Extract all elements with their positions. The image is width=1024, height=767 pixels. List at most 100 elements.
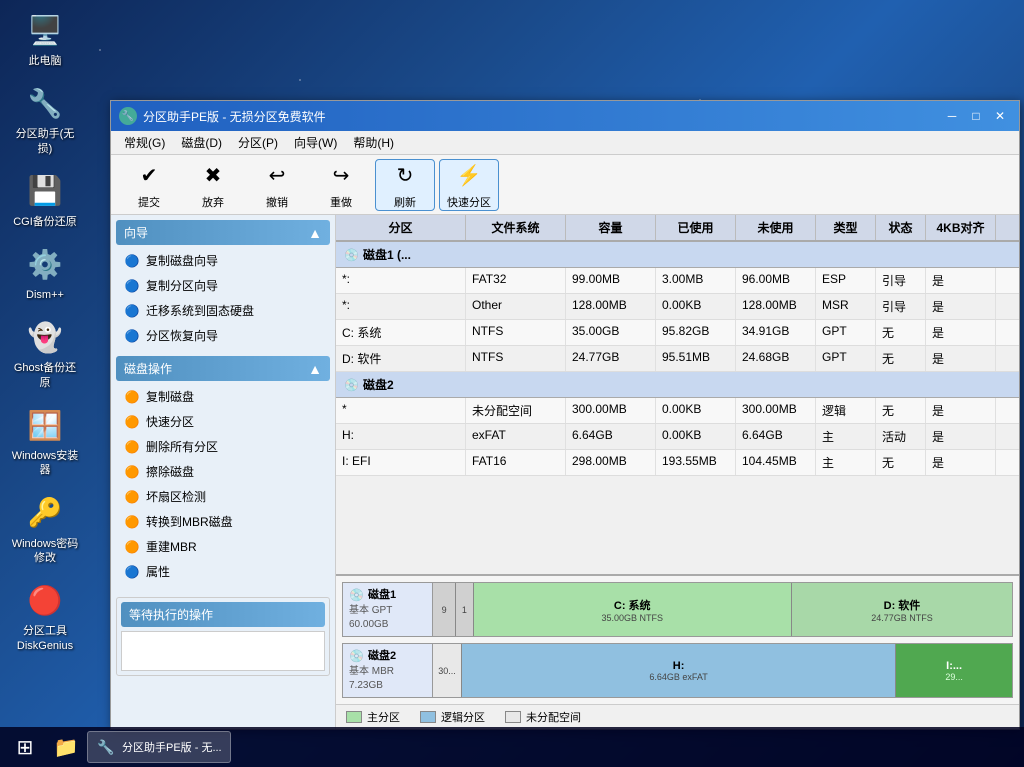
sidebar-item-recover[interactable]: 🔵 分区恢复向导 [116, 323, 330, 348]
windows-install-label: Windows安装器 [10, 449, 80, 478]
sidebar-item-wipe[interactable]: 🟠 擦除磁盘 [116, 459, 330, 484]
partition-assistant-label: 分区助手(无损) [10, 127, 80, 156]
sidebar-item-migrate[interactable]: 🔵 迁移系统到固态硬盘 [116, 298, 330, 323]
start-button[interactable]: ⊞ [5, 731, 45, 763]
diskgenius-label: 分区工具DiskGenius [10, 624, 80, 653]
wizard-title: 向导 [124, 224, 148, 241]
pending-section: 等待执行的操作 [116, 597, 330, 676]
disk1-system-part[interactable]: C: 系统 35.00GB NTFS [474, 583, 792, 636]
copy-disk-label: 复制磁盘向导 [146, 252, 218, 269]
header-align: 4KB对齐 [926, 215, 996, 240]
submit-icon: ✔ [133, 160, 165, 192]
sidebar-item-properties[interactable]: 🔵 属性 [116, 559, 330, 584]
row5-status: 无 [876, 398, 926, 423]
main-window: 🔧 分区助手PE版 - 无损分区免费软件 ─ □ ✕ 常规(G) 磁盘(D) 分… [110, 100, 1020, 730]
disk2-unalloc-part[interactable]: 30... [433, 644, 462, 697]
row1-partition: *: [336, 268, 466, 293]
taskbar-app[interactable]: 🔧 分区助手PE版 - 无... [87, 731, 231, 763]
pending-title: 等待执行的操作 [129, 608, 213, 622]
disk1-visual-name: 磁盘1 [368, 588, 396, 603]
submit-button[interactable]: ✔ 提交 [119, 159, 179, 211]
discard-label: 放弃 [202, 194, 224, 210]
menu-disk[interactable]: 磁盘(D) [173, 132, 230, 153]
table-row[interactable]: *: Other 128.00MB 0.00KB 128.00MB MSR 引导… [336, 294, 1019, 320]
rebuild-mbr-label: 重建MBR [146, 538, 197, 555]
menu-bar: 常规(G) 磁盘(D) 分区(P) 向导(W) 帮助(H) [111, 131, 1019, 155]
ghost-label: Ghost备份还原 [10, 361, 80, 390]
desktop-icon-cgi[interactable]: 💾 CGI备份还原 [10, 171, 80, 229]
refresh-label: 刷新 [394, 194, 416, 210]
table-row[interactable]: D: 软件 NTFS 24.77GB 95.51MB 24.68GB GPT 无… [336, 346, 1019, 372]
row3-status: 无 [876, 320, 926, 345]
sidebar-item-copy-partition[interactable]: 🔵 复制分区向导 [116, 273, 330, 298]
disk2-label: 磁盘2 [363, 376, 394, 393]
sidebar-item-delete-all[interactable]: 🟠 删除所有分区 [116, 434, 330, 459]
header-type: 类型 [816, 215, 876, 240]
wizard-collapse-arrow[interactable]: ▲ [308, 225, 322, 241]
desktop-icon-diskgenius[interactable]: 🔴 分区工具DiskGenius [10, 580, 80, 653]
disk1-software-part[interactable]: D: 软件 24.77GB NTFS [792, 583, 1012, 636]
disk2-info: 💿 磁盘2 基本 MBR 7.23GB [343, 644, 433, 697]
sidebar-item-quick-partition[interactable]: 🟠 快速分区 [116, 409, 330, 434]
row5-size: 300.00MB [566, 398, 656, 423]
disk2-visual-size: 7.23GB [349, 679, 426, 693]
header-size: 容量 [566, 215, 656, 240]
menu-general[interactable]: 常规(G) [116, 132, 173, 153]
row1-status: 引导 [876, 268, 926, 293]
row1-fs: FAT32 [466, 268, 566, 293]
redo-button[interactable]: ↪ 重做 [311, 159, 371, 211]
app-icon: 🔧 [119, 107, 137, 125]
desktop-icon-windows-password[interactable]: 🔑 Windows密码修改 [10, 493, 80, 566]
quick-partition-button[interactable]: ⚡ 快速分区 [439, 159, 499, 211]
row7-used: 193.55MB [656, 450, 736, 475]
disk1-esp-part[interactable]: 9 [433, 583, 456, 636]
taskbar-folder[interactable]: 📁 [50, 731, 82, 763]
discard-button[interactable]: ✖ 放弃 [183, 159, 243, 211]
menu-help[interactable]: 帮助(H) [345, 132, 402, 153]
row2-status: 引导 [876, 294, 926, 319]
row6-fs: exFAT [466, 424, 566, 449]
maximize-button[interactable]: □ [965, 105, 987, 127]
row7-fs: FAT16 [466, 450, 566, 475]
minimize-button[interactable]: ─ [941, 105, 963, 127]
desktop-icon-my-computer[interactable]: 🖥️ 此电脑 [10, 10, 80, 68]
close-button[interactable]: ✕ [989, 105, 1011, 127]
disk-ops-section: 磁盘操作 ▲ 🟠 复制磁盘 🟠 快速分区 🟠 删除所有分区 [116, 356, 330, 584]
disk2-h-part[interactable]: H: 6.64GB exFAT [462, 644, 896, 697]
table-row[interactable]: H: exFAT 6.64GB 0.00KB 6.64GB 主 活动 是 [336, 424, 1019, 450]
sidebar-item-copy-disk2[interactable]: 🟠 复制磁盘 [116, 384, 330, 409]
table-row[interactable]: I: EFI FAT16 298.00MB 193.55MB 104.45MB … [336, 450, 1019, 476]
redo-label: 重做 [330, 194, 352, 210]
disk-ops-collapse-arrow[interactable]: ▲ [308, 361, 322, 377]
disk2-i-part[interactable]: I:... 29... [896, 644, 1012, 697]
partition-assistant-icon: 🔧 [25, 83, 65, 123]
window-title: 分区助手PE版 - 无损分区免费软件 [143, 108, 935, 125]
table-row[interactable]: *: FAT32 99.00MB 3.00MB 96.00MB ESP 引导 是 [336, 268, 1019, 294]
row7-status: 无 [876, 450, 926, 475]
table-row[interactable]: C: 系统 NTFS 35.00GB 95.82GB 34.91GB GPT 无… [336, 320, 1019, 346]
disk2-visual-type: 基本 MBR [349, 665, 426, 679]
desktop-icon-dism[interactable]: ⚙️ Dism++ [10, 244, 80, 302]
sidebar-item-copy-disk[interactable]: 🔵 复制磁盘向导 [116, 248, 330, 273]
desktop-icon-ghost[interactable]: 👻 Ghost备份还原 [10, 317, 80, 390]
disk1-visual-size: 60.00GB [349, 618, 426, 632]
menu-partition[interactable]: 分区(P) [230, 132, 286, 153]
row4-used: 95.51MB [656, 346, 736, 371]
sidebar-item-bad-sector[interactable]: 🟠 坏扇区检测 [116, 484, 330, 509]
sidebar-item-convert-mbr[interactable]: 🟠 转换到MBR磁盘 [116, 509, 330, 534]
row1-size: 99.00MB [566, 268, 656, 293]
legend-unalloc-label: 未分配空间 [526, 709, 581, 725]
legend-primary-color [346, 711, 362, 723]
table-row[interactable]: * 未分配空间 300.00MB 0.00KB 300.00MB 逻辑 无 是 [336, 398, 1019, 424]
refresh-button[interactable]: ↻ 刷新 [375, 159, 435, 211]
undo-button[interactable]: ↩ 撤销 [247, 159, 307, 211]
windows-password-label: Windows密码修改 [10, 537, 80, 566]
sidebar-item-rebuild-mbr[interactable]: 🟠 重建MBR [116, 534, 330, 559]
menu-wizard[interactable]: 向导(W) [286, 132, 345, 153]
window-controls: ─ □ ✕ [941, 105, 1011, 127]
row3-type: GPT [816, 320, 876, 345]
discard-icon: ✖ [197, 160, 229, 192]
desktop-icon-windows-install[interactable]: 🪟 Windows安装器 [10, 405, 80, 478]
desktop-icon-partition-assistant[interactable]: 🔧 分区助手(无损) [10, 83, 80, 156]
disk1-msr-part[interactable]: 1 [456, 583, 473, 636]
